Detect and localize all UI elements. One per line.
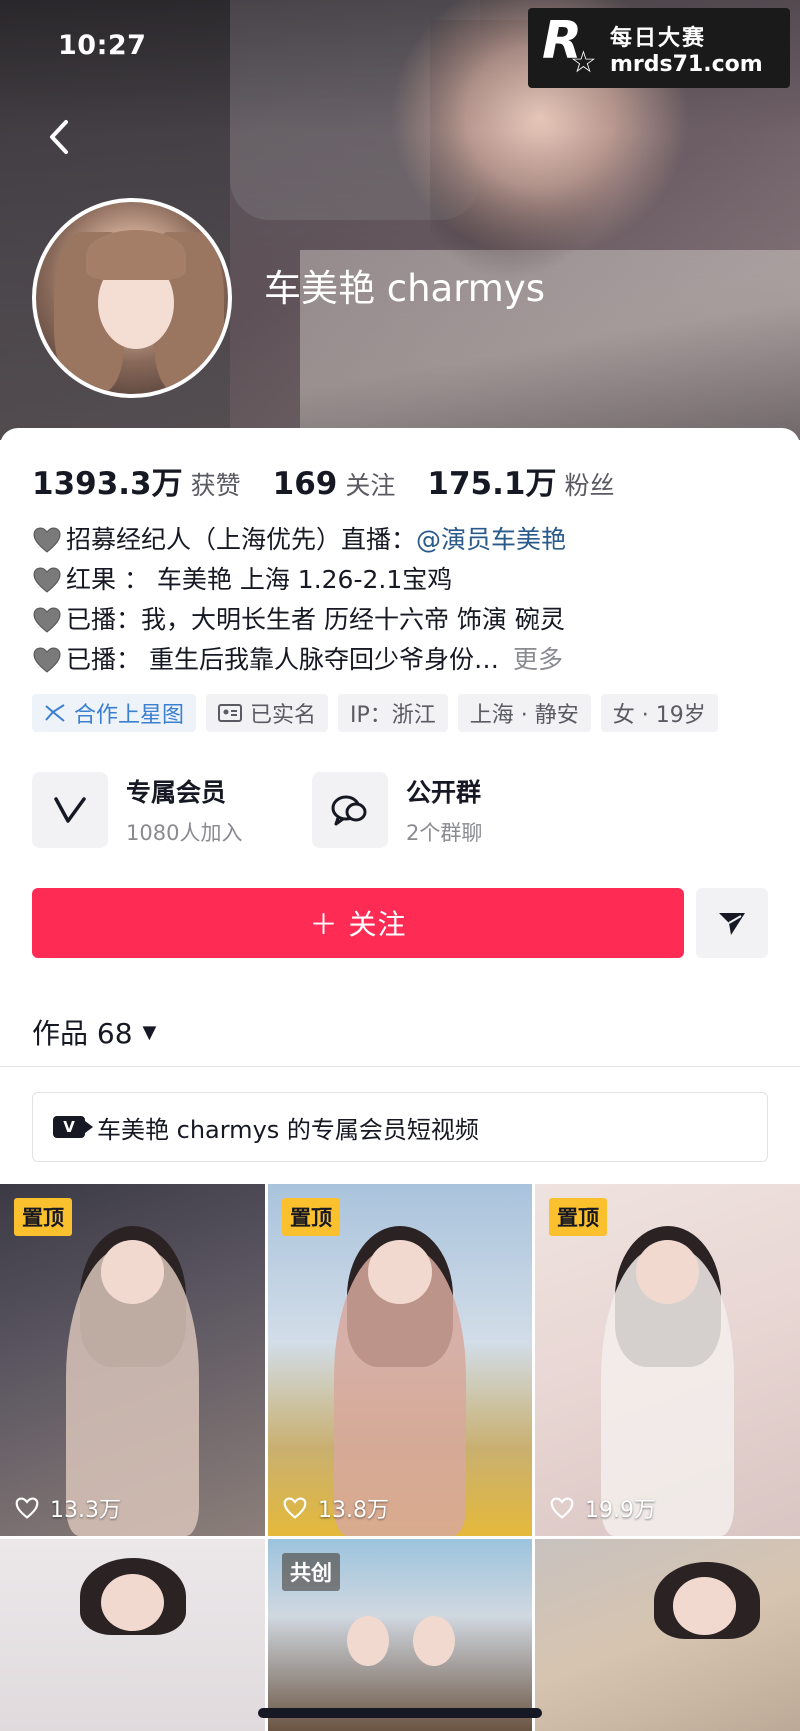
video-tile[interactable]: 共创 — [268, 1539, 532, 1731]
tag-row: 合作上星图 已实名 IP：浙江 上海 · 静安 女 · 19岁 — [32, 694, 718, 732]
video-tile[interactable] — [535, 1539, 800, 1731]
watermark-logo: R ☆ — [542, 11, 597, 80]
pinned-badge: 置顶 — [14, 1198, 72, 1236]
like-count: 19.9万 — [549, 1492, 656, 1524]
grey-heart-icon — [33, 607, 61, 633]
home-indicator[interactable] — [258, 1708, 542, 1718]
works-tab[interactable]: 作品 68 ▼ — [32, 1012, 156, 1052]
watermark: R ☆ 每日大赛 mrds71.com — [528, 8, 790, 88]
profile-sheet: 1393.3万 获赞 169 关注 175.1万 粉丝 招募经纪人（上海优先）直… — [0, 428, 800, 1731]
feature-cards: 专属会员 1080人加入 公开群 2个群聊 — [32, 772, 592, 848]
member-videos-bar[interactable]: V 车美艳 charmys 的专属会员短视频 — [32, 1092, 768, 1162]
tag-ip: IP：浙江 — [338, 694, 448, 732]
grey-heart-icon — [33, 527, 61, 553]
follow-button[interactable]: ＋ 关注 — [32, 888, 684, 958]
exclusive-member-card[interactable]: 专属会员 1080人加入 — [32, 772, 312, 848]
video-tile[interactable]: 置顶 13.8万 — [268, 1184, 532, 1536]
watermark-title: 每日大赛 — [610, 25, 707, 51]
heart-outline-icon — [15, 1497, 39, 1519]
stat-following[interactable]: 169 关注 — [273, 466, 396, 502]
video-tile[interactable]: 置顶 13.3万 — [0, 1184, 265, 1536]
stats-row: 1393.3万 获赞 169 关注 175.1万 粉丝 — [32, 458, 646, 503]
username: 车美艳 charmys — [264, 267, 546, 310]
group-chat-icon — [312, 772, 388, 848]
bio-line: 已播：我，大明长生者 历经十六帝 饰演 碗灵 — [32, 600, 772, 640]
stat-likes[interactable]: 1393.3万 获赞 — [32, 458, 241, 503]
bio-line: 已播： 重生后我靠人脉夺回少爷身份… 更多 — [32, 640, 772, 680]
divider — [0, 1066, 800, 1067]
co-create-badge: 共创 — [282, 1553, 340, 1591]
tag-verified: 已实名 — [206, 694, 329, 732]
grey-heart-icon — [33, 567, 61, 593]
bio-line: 招募经纪人（上海优先）直播： @演员车美艳 — [32, 520, 772, 560]
video-tile[interactable]: 置顶 19.9万 — [535, 1184, 800, 1536]
pinned-badge: 置顶 — [549, 1198, 607, 1236]
tag-gender-age: 女 · 19岁 — [600, 694, 718, 732]
stat-followers[interactable]: 175.1万 粉丝 — [427, 458, 614, 503]
share-button[interactable] — [696, 888, 768, 958]
watermark-url: mrds71.com — [610, 51, 763, 77]
id-card-icon — [218, 704, 243, 722]
tag-location: 上海 · 静安 — [457, 694, 591, 732]
star-map-icon — [45, 704, 65, 722]
heart-outline-icon — [283, 1497, 307, 1519]
back-button[interactable] — [40, 112, 80, 162]
bio-mention-link[interactable]: @演员车美艳 — [416, 520, 566, 560]
bio-more-button[interactable]: 更多 — [513, 640, 563, 680]
vip-v-icon — [32, 772, 108, 848]
pinned-badge: 置顶 — [282, 1198, 340, 1236]
like-count: 13.8万 — [282, 1492, 389, 1524]
video-tile[interactable] — [0, 1539, 265, 1731]
like-count: 13.3万 — [14, 1492, 121, 1524]
caret-down-icon: ▼ — [142, 1021, 157, 1043]
avatar[interactable] — [32, 198, 232, 398]
status-bar-time: 10:27 — [58, 30, 147, 61]
send-icon — [719, 913, 745, 935]
chevron-left-icon — [50, 120, 68, 154]
grey-heart-icon — [33, 647, 61, 673]
heart-outline-icon — [550, 1497, 574, 1519]
video-v-icon: V — [53, 1116, 93, 1138]
tag-star-map[interactable]: 合作上星图 — [32, 694, 197, 732]
public-group-card[interactable]: 公开群 2个群聊 — [312, 772, 592, 848]
bio: 招募经纪人（上海优先）直播： @演员车美艳 红果 ： 车美艳 上海 1.26-2… — [32, 520, 772, 680]
bio-line: 红果 ： 车美艳 上海 1.26-2.1宝鸡 — [32, 560, 772, 600]
